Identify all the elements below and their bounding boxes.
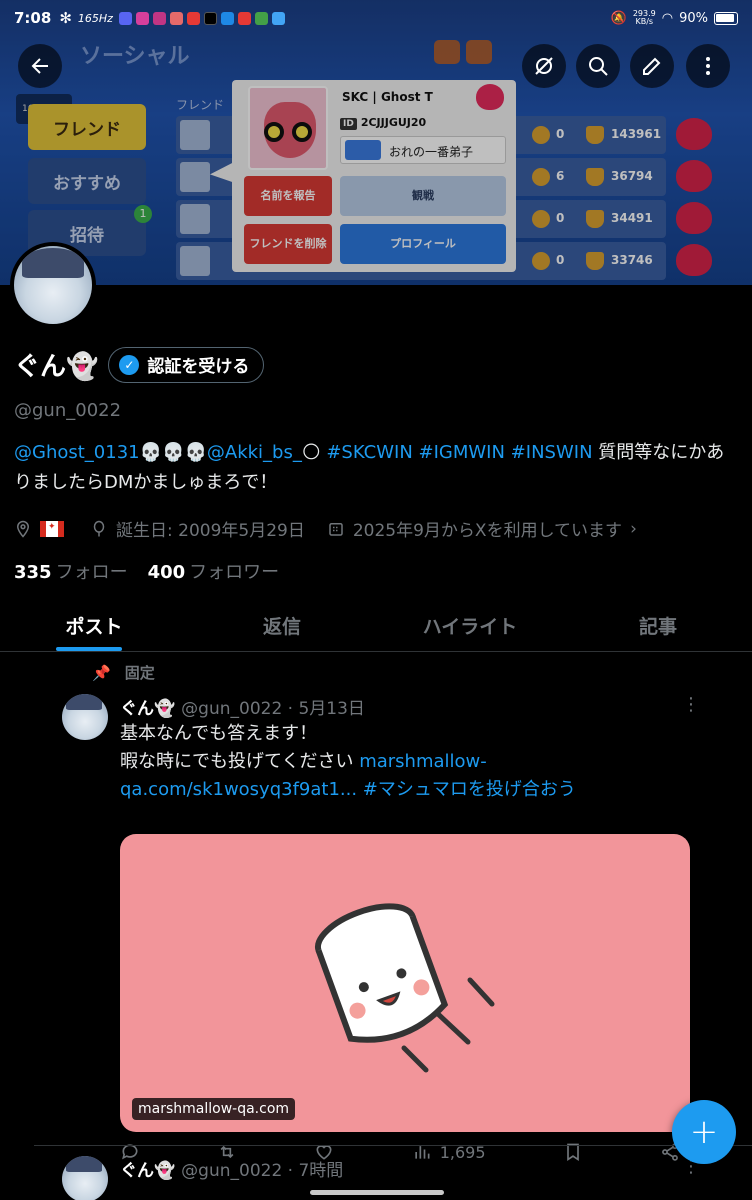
- notification-icons: [118, 11, 285, 25]
- compose-post-button[interactable]: +: [672, 1100, 736, 1164]
- link-card[interactable]: marshmallow-qa.com: [120, 834, 690, 1132]
- profile-tabs: ポスト 返信 ハイライト 記事: [0, 600, 752, 652]
- discord-icon: [118, 11, 132, 25]
- banner-overlay: [0, 0, 752, 285]
- instagram-icon: [152, 11, 166, 25]
- status-time: 7:08: [14, 9, 52, 27]
- pencil-icon: [643, 57, 661, 75]
- profile-bio: @Ghost_0131💀💀💀@Akki_bs_🌕 #SKCWIN #IGMWIN…: [14, 438, 738, 498]
- grok-button[interactable]: [522, 44, 566, 88]
- tab-highlights[interactable]: ハイライト: [376, 600, 564, 651]
- search-icon: [589, 57, 608, 76]
- bio-mention[interactable]: @Ghost_0131: [14, 442, 140, 463]
- app-icon: [237, 11, 251, 25]
- plus-icon: +: [689, 1112, 719, 1152]
- tweet-author-name[interactable]: ぐん👻: [120, 1161, 175, 1181]
- canada-flag-icon: [40, 520, 64, 537]
- app-icon: [169, 11, 183, 25]
- chevron-right-icon[interactable]: ›: [630, 519, 637, 539]
- bio-emoji: 🌕: [301, 442, 321, 463]
- bio-emoji: 💀💀💀: [139, 442, 207, 463]
- display-name: ぐん👻: [14, 352, 99, 382]
- tweet-more-icon[interactable]: ⋮: [682, 694, 700, 715]
- refresh-rate: 165Hz: [77, 11, 113, 25]
- followers-link[interactable]: 400 フォロワー: [148, 558, 280, 584]
- back-button[interactable]: [18, 44, 62, 88]
- tab-posts[interactable]: ポスト: [0, 600, 188, 651]
- cloud-icon: [271, 11, 285, 25]
- arrow-left-icon: [31, 58, 48, 74]
- tab-articles[interactable]: 記事: [564, 600, 752, 651]
- more-options-button[interactable]: [686, 44, 730, 88]
- location-icon: [16, 520, 30, 538]
- tweet-author-name[interactable]: ぐん👻: [120, 699, 175, 719]
- get-verified-label: 認証を受ける: [147, 357, 250, 377]
- balloon-icon: [93, 520, 105, 536]
- edit-button[interactable]: [630, 44, 674, 88]
- status-bar: 7:08 ✻ 165Hz 🔕 293.9 KB/s ◠ 90%: [0, 0, 752, 36]
- status-right: 🔕 293.9 KB/s ◠ 90%: [611, 10, 738, 26]
- tweet-header: ぐん👻 @gun_0022 · 7時間: [120, 1156, 343, 1181]
- birthday-text: 誕生日: 2009年5月29日: [116, 521, 305, 541]
- profile-avatar[interactable]: [10, 242, 96, 328]
- youtube-icon: [186, 11, 200, 25]
- tweet-header: ぐん👻 @gun_0022 · 5月13日: [120, 694, 365, 719]
- verified-badge-icon: ✓: [119, 354, 140, 375]
- download-icon: [254, 11, 268, 25]
- profile-name-row: ぐん👻 ✓ 認証を受ける: [14, 346, 265, 383]
- tweet-hashtag[interactable]: #マシュマロを投げ合おう: [357, 779, 576, 800]
- calendar-icon: [329, 522, 343, 536]
- profile-handle: @gun_0022: [14, 400, 122, 421]
- download-icon: [220, 11, 234, 25]
- network-speed: 293.9 KB/s: [632, 9, 656, 26]
- tweet-avatar[interactable]: [62, 1156, 108, 1200]
- tweet-avatar[interactable]: [62, 694, 108, 740]
- tab-replies[interactable]: 返信: [188, 600, 376, 651]
- profile-meta: 誕生日: 2009年5月29日 2025年9月からXを利用しています ›: [14, 516, 637, 541]
- joined-text: 2025年9月からXを利用しています: [352, 521, 623, 541]
- profile-banner[interactable]: ソーシャル 16:27 フレンド おすすめ 招待 1 フレンド 0143961 …: [0, 0, 752, 285]
- tweet-handle-time: @gun_0022 · 5月13日: [181, 699, 365, 719]
- battery-icon: [714, 11, 738, 25]
- grok-icon: [535, 57, 553, 75]
- bio-hashtags[interactable]: #SKCWIN #IGMWIN #INSWIN: [321, 442, 592, 463]
- wifi-icon: ◠: [661, 10, 674, 26]
- gesture-bar: [310, 1190, 444, 1195]
- following-link[interactable]: 335 フォロー: [14, 558, 128, 584]
- more-vertical-icon: [706, 57, 710, 75]
- fan-icon: ✻: [59, 9, 72, 27]
- follow-stats: 335 フォロー 400 フォロワー: [14, 558, 279, 584]
- bio-mention[interactable]: @Akki_bs_: [207, 442, 302, 463]
- mute-icon: 🔕: [610, 10, 627, 26]
- marshmallow-illustration: [314, 903, 495, 1073]
- x-icon: [203, 11, 217, 25]
- pinned-indicator: 📌 固定: [92, 662, 155, 683]
- tweet-handle-time: @gun_0022 · 7時間: [181, 1161, 344, 1181]
- tweet-text: 基本なんでも答えます！ 暇な時にでも投げてください marshmallow-qa…: [120, 723, 576, 800]
- pinned-label: 固定: [124, 664, 155, 682]
- pin-icon: 📌: [92, 663, 111, 682]
- tweet-divider: [34, 1145, 752, 1146]
- card-domain: marshmallow-qa.com: [132, 1098, 296, 1120]
- battery-percent: 90%: [679, 10, 708, 26]
- instagram-icon: [135, 11, 149, 25]
- search-button[interactable]: [576, 44, 620, 88]
- get-verified-button[interactable]: ✓ 認証を受ける: [108, 346, 265, 383]
